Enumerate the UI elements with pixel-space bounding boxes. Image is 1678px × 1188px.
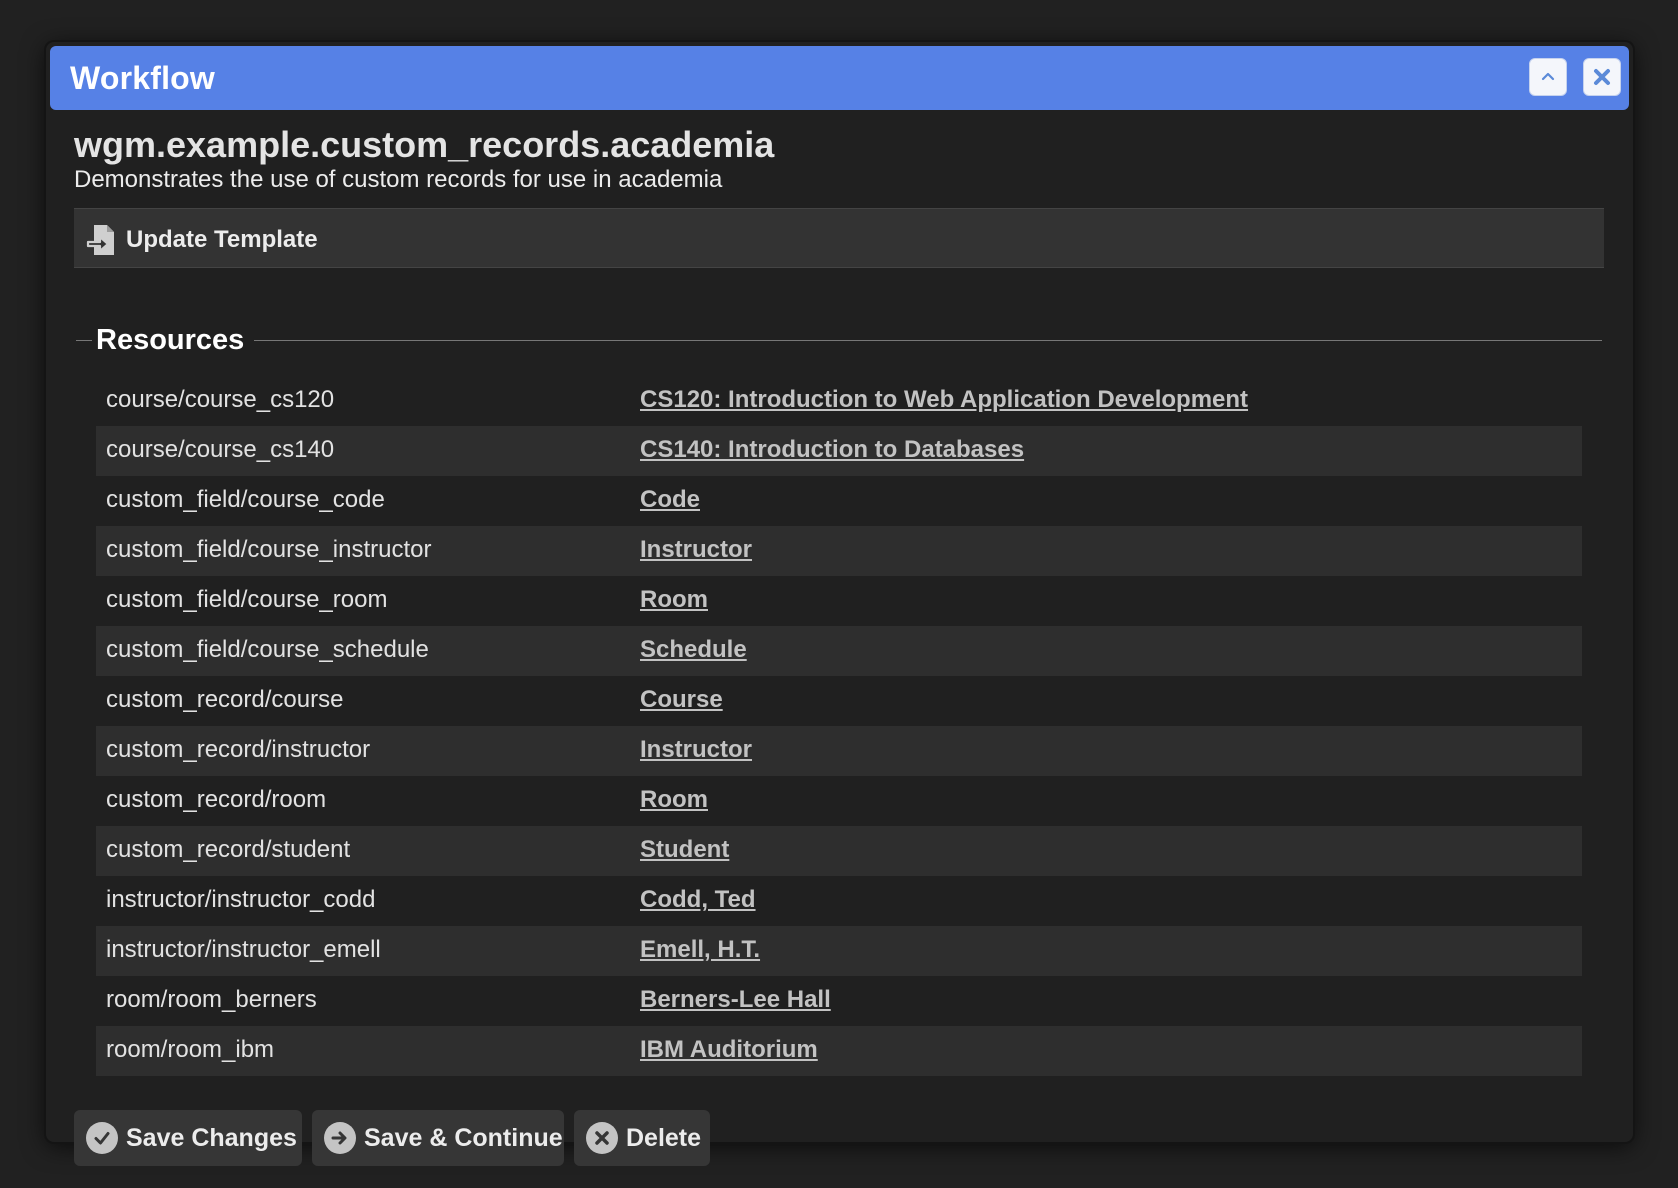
close-icon bbox=[1594, 69, 1610, 85]
resource-key: custom_field/course_schedule bbox=[106, 636, 429, 663]
dialog-title: Workflow bbox=[70, 60, 216, 96]
resource-link[interactable]: Code bbox=[640, 486, 700, 514]
resource-link[interactable]: Room bbox=[640, 586, 708, 614]
resource-key: custom_record/instructor bbox=[106, 736, 371, 763]
resource-link[interactable]: IBM Auditorium bbox=[640, 1036, 818, 1064]
resource-link[interactable]: Instructor bbox=[640, 536, 752, 564]
resource-link[interactable]: Student bbox=[640, 836, 729, 864]
resource-key: custom_record/course bbox=[106, 686, 344, 713]
table-row: course/course_cs140 CS140: Introduction … bbox=[96, 426, 1582, 476]
table-row: custom_record/course Course bbox=[96, 676, 1582, 726]
resource-link[interactable]: Emell, H.T. bbox=[640, 936, 760, 964]
toolbar: Update Template bbox=[74, 208, 1604, 268]
resource-key: custom_record/room bbox=[106, 786, 327, 813]
resource-key: custom_record/student bbox=[106, 836, 351, 863]
resources-fieldset: Resources bbox=[76, 324, 1602, 364]
close-button[interactable] bbox=[1583, 58, 1621, 96]
table-row: room/room_ibm IBM Auditorium bbox=[96, 1026, 1582, 1076]
resource-key: instructor/instructor_emell bbox=[106, 936, 381, 963]
resource-key: course/course_cs140 bbox=[106, 436, 335, 463]
resource-link[interactable]: CS120: Introduction to Web Application D… bbox=[640, 386, 1248, 414]
table-row: custom_field/course_code Code bbox=[96, 476, 1582, 526]
page-title: wgm.example.custom_records.academia bbox=[74, 124, 775, 165]
resources-title: Resources bbox=[96, 324, 245, 356]
resource-link[interactable]: Instructor bbox=[640, 736, 752, 764]
table-row: course/course_cs120 CS120: Introduction … bbox=[96, 376, 1582, 426]
update-template-label: Update Template bbox=[126, 226, 318, 253]
table-row: custom_field/course_schedule Schedule bbox=[96, 626, 1582, 676]
update-template-button[interactable]: Update Template bbox=[86, 222, 318, 258]
resource-key: instructor/instructor_codd bbox=[106, 886, 376, 913]
resource-key: custom_field/course_code bbox=[106, 486, 385, 513]
table-row: instructor/instructor_emell Emell, H.T. bbox=[96, 926, 1582, 976]
table-row: custom_field/course_room Room bbox=[96, 576, 1582, 626]
resource-key: custom_field/course_instructor bbox=[106, 536, 432, 563]
arrow-right-circle-icon bbox=[324, 1122, 356, 1154]
file-import-icon bbox=[86, 225, 114, 255]
check-circle-icon bbox=[86, 1122, 118, 1154]
resource-link[interactable]: Schedule bbox=[640, 636, 747, 664]
table-row: custom_record/instructor Instructor bbox=[96, 726, 1582, 776]
resource-link[interactable]: Room bbox=[640, 786, 708, 814]
delete-label: Delete bbox=[626, 1123, 702, 1152]
resource-key: custom_field/course_room bbox=[106, 586, 388, 613]
save-continue-button[interactable]: Save & Continue bbox=[312, 1110, 564, 1166]
workflow-dialog: Workflow wgm.example.custom_records.acad… bbox=[46, 42, 1633, 1166]
resource-key: room/room_ibm bbox=[106, 1036, 275, 1063]
save-continue-label: Save & Continue bbox=[364, 1123, 563, 1152]
delete-button[interactable]: Delete bbox=[574, 1110, 710, 1166]
table-row: instructor/instructor_codd Codd, Ted bbox=[96, 876, 1582, 926]
page-description: Demonstrates the use of custom records f… bbox=[74, 166, 723, 193]
table-row: custom_record/room Room bbox=[96, 776, 1582, 826]
chevron-up-icon bbox=[1541, 72, 1555, 81]
table-row: custom_field/course_instructor Instructo… bbox=[96, 526, 1582, 576]
resource-link[interactable]: Course bbox=[640, 686, 723, 714]
table-row: custom_record/student Student bbox=[96, 826, 1582, 876]
save-changes-button[interactable]: Save Changes bbox=[74, 1110, 302, 1166]
resource-key: course/course_cs120 bbox=[106, 386, 335, 413]
divider bbox=[254, 340, 1602, 341]
resource-link[interactable]: Codd, Ted bbox=[640, 886, 756, 914]
save-changes-label: Save Changes bbox=[126, 1123, 297, 1152]
dialog-titlebar[interactable]: Workflow bbox=[50, 46, 1629, 110]
resources-table: course/course_cs120 CS120: Introduction … bbox=[96, 376, 1582, 1076]
table-row: room/room_berners Berners-Lee Hall bbox=[96, 976, 1582, 1026]
divider bbox=[76, 340, 92, 341]
resource-link[interactable]: CS140: Introduction to Databases bbox=[640, 436, 1024, 464]
resource-key: room/room_berners bbox=[106, 986, 317, 1013]
x-circle-icon bbox=[586, 1122, 618, 1154]
resource-link[interactable]: Berners-Lee Hall bbox=[640, 986, 831, 1014]
collapse-button[interactable] bbox=[1529, 58, 1567, 96]
